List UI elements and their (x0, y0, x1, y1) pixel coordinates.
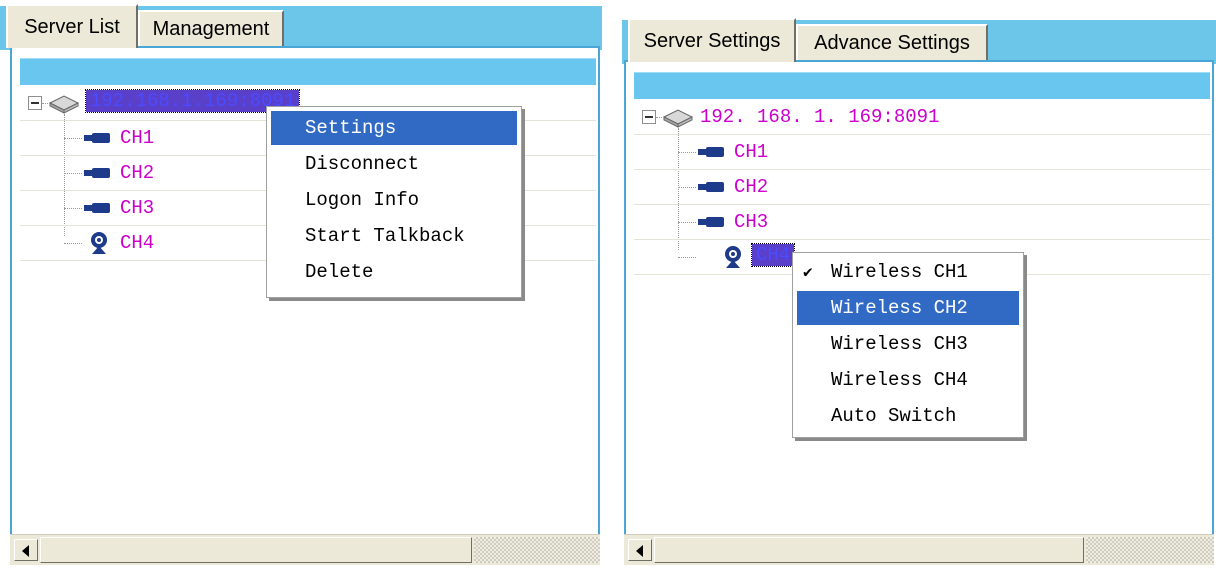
menu-item-disconnect[interactable]: Disconnect (271, 147, 517, 181)
wireless-camera-icon (91, 232, 107, 254)
tab-server-settings[interactable]: Server Settings (628, 18, 796, 62)
camera-icon (84, 133, 110, 143)
channel-label[interactable]: CH2 (120, 162, 154, 184)
tab-management[interactable]: Management (138, 10, 284, 46)
header-bar (634, 72, 1210, 100)
tree-row-ch1[interactable]: CH1 (634, 135, 1210, 170)
menu-item-auto-switch[interactable]: Auto Switch (797, 399, 1019, 433)
tree-row-ch2[interactable]: CH2 (634, 170, 1210, 205)
tree-row-server[interactable]: 192. 168. 1. 169:8091 (634, 100, 1210, 135)
channel-label[interactable]: CH4 (120, 232, 154, 254)
menu-item-label: Wireless CH1 (831, 261, 968, 283)
horizontal-scrollbar[interactable] (10, 534, 600, 565)
channel-label[interactable]: CH3 (734, 211, 768, 233)
camera-icon (698, 147, 724, 157)
server-context-menu: Settings Disconnect Logon Info Start Tal… (266, 106, 522, 298)
channel-label[interactable]: CH1 (120, 127, 154, 149)
channel-label[interactable]: CH2 (734, 176, 768, 198)
scroll-thumb[interactable] (40, 537, 472, 563)
scroll-track[interactable] (474, 537, 600, 563)
checkmark-icon: ✔ (803, 264, 813, 282)
tab-advance-settings[interactable]: Advance Settings (796, 24, 988, 60)
scroll-left-icon[interactable] (14, 539, 38, 561)
scroll-track[interactable] (1086, 537, 1214, 563)
wireless-camera-icon (725, 246, 741, 268)
channel-label[interactable]: CH4 (750, 243, 796, 267)
tab-server-list[interactable]: Server List (6, 4, 138, 48)
server-address-label[interactable]: 192. 168. 1. 169:8091 (700, 106, 939, 128)
server-icon (662, 109, 694, 128)
camera-icon (698, 217, 724, 227)
server-list-panel: Server List Management 192.168.1.169:809… (0, 0, 602, 569)
menu-item-start-talkback[interactable]: Start Talkback (271, 219, 517, 253)
scroll-left-icon[interactable] (628, 539, 652, 561)
channel-label[interactable]: CH3 (120, 197, 154, 219)
collapse-toggle-icon[interactable] (642, 110, 656, 124)
menu-item-wireless-ch4[interactable]: Wireless CH4 (797, 363, 1019, 397)
menu-item-wireless-ch2[interactable]: Wireless CH2 (797, 291, 1019, 325)
collapse-toggle-icon[interactable] (28, 96, 42, 110)
menu-item-settings[interactable]: Settings (271, 111, 517, 145)
tab-strip: Server Settings Advance Settings (622, 14, 1216, 64)
server-icon (48, 95, 80, 114)
wireless-channel-menu: ✔ Wireless CH1 Wireless CH2 Wireless CH3… (792, 252, 1024, 438)
header-bar (20, 58, 596, 86)
camera-icon (84, 168, 110, 178)
tree-row-ch3[interactable]: CH3 (634, 205, 1210, 240)
menu-item-delete[interactable]: Delete (271, 255, 517, 289)
scroll-thumb[interactable] (654, 537, 1084, 563)
server-settings-panel: Server Settings Advance Settings 192. 16… (622, 0, 1216, 569)
tab-strip: Server List Management (0, 0, 602, 50)
horizontal-scrollbar[interactable] (624, 534, 1214, 565)
camera-icon (84, 203, 110, 213)
menu-item-wireless-ch1[interactable]: ✔ Wireless CH1 (797, 255, 1019, 289)
camera-icon (698, 182, 724, 192)
channel-label[interactable]: CH1 (734, 141, 768, 163)
menu-item-logon-info[interactable]: Logon Info (271, 183, 517, 217)
menu-item-wireless-ch3[interactable]: Wireless CH3 (797, 327, 1019, 361)
